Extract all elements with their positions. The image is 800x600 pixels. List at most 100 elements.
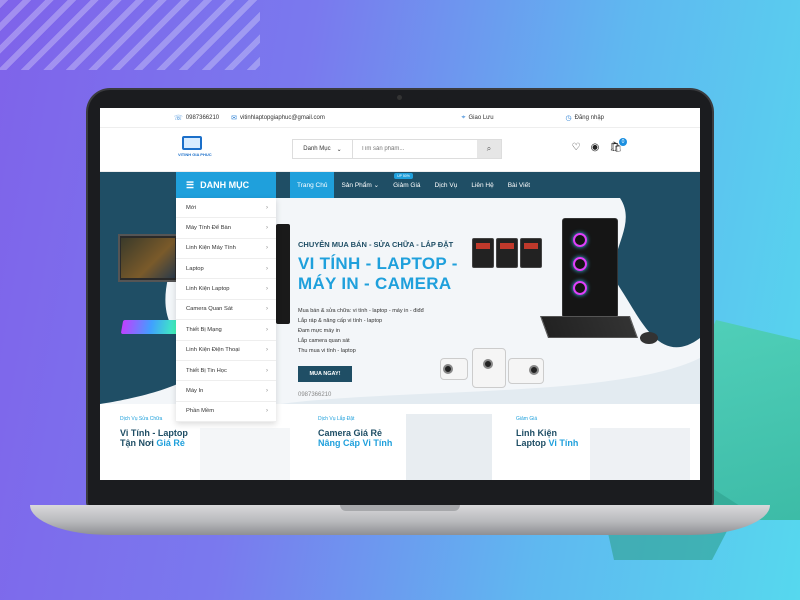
cart-icon[interactable]: 🛍 0 — [609, 138, 627, 153]
side-item-label: Máy In — [186, 387, 204, 394]
email-icon: ✉ — [231, 114, 238, 122]
nav-item-services[interactable]: Dịch Vụ — [428, 172, 465, 198]
user-icon[interactable]: ◉ — [591, 142, 600, 153]
topbar-login-text: Đăng nhập — [574, 114, 604, 121]
promo-title-line: Camera Giá Rẻ — [318, 428, 383, 438]
site-logo[interactable]: VITINH GIA PHUC — [178, 136, 212, 160]
nav-item-contact[interactable]: Liên Hệ — [464, 172, 500, 198]
topbar-phone[interactable]: ☏ 0987366210 — [174, 114, 219, 122]
nav-item-blog[interactable]: Bài Viết — [501, 172, 537, 198]
side-item-label: Máy Tính Để Bàn — [186, 225, 232, 232]
logo-monitor-icon — [182, 136, 202, 150]
hero-list-item: Đam mực máy in — [298, 328, 340, 334]
search-icon: ⌕ — [486, 144, 492, 153]
nav-item-label: Bài Viết — [507, 181, 531, 189]
nav-item-sale[interactable]: UP 50% Giảm Giá — [386, 172, 427, 198]
chevron-right-icon: › — [266, 306, 268, 313]
search-button[interactable]: ⌕ — [477, 140, 501, 158]
side-item-desktop[interactable]: Máy Tính Để Bàn › — [176, 218, 276, 239]
side-item-it-devices[interactable]: Thiết Bị Tin Học › — [176, 361, 276, 382]
hero-list-item: Lắp ráp & nâng cấp vi tính - laptop — [298, 318, 383, 324]
promo-image-repair — [200, 428, 290, 480]
side-item-label: Phần Mềm — [186, 408, 215, 415]
promo-image-camera — [406, 414, 492, 480]
promo-title-line: Tận Nơi — [120, 438, 154, 448]
category-select-label: Danh Mục — [303, 146, 331, 152]
cart-count-badge: 0 — [619, 138, 627, 146]
side-item-new[interactable]: Mới › — [176, 198, 276, 219]
nav-item-label: Giảm Giá — [393, 181, 421, 189]
camera-lens — [529, 365, 539, 375]
topbar-login[interactable]: ◷ Đăng nhập — [566, 114, 604, 122]
promo-title: Camera Giá Rẻ Nâng Cấp Vi Tính — [318, 428, 392, 448]
speaker-image — [276, 224, 290, 324]
side-item-label: Thiết Bị Mạng — [186, 326, 222, 333]
topbar-address[interactable]: ⌖ Giao Lưu — [462, 114, 494, 122]
chevron-right-icon: › — [266, 326, 268, 333]
side-item-laptop[interactable]: Laptop › — [176, 259, 276, 280]
top-bar: ☏ 0987366210 ✉ vitinhlaptopgiaphuc@gmail… — [100, 108, 700, 128]
chevron-down-icon: ⌄ — [336, 146, 342, 153]
location-icon: ⌖ — [461, 113, 466, 121]
laptop-screen: ☏ 0987366210 ✉ vitinhlaptopgiaphuc@gmail… — [100, 108, 700, 480]
nav-item-label: Sản Phẩm — [341, 181, 372, 189]
screen-bezel-bottom — [100, 480, 700, 505]
side-item-label: Linh Kiện Điện Thoại — [186, 347, 240, 354]
keyboard-image — [120, 320, 182, 334]
hero-list-item: Mua bán & sửa chữa: vi tính - laptop - m… — [298, 308, 424, 314]
site-header: VITINH GIA PHUC Danh Mục ⌄ ⌕ ♡ ◉ 🛍 0 — [100, 128, 700, 172]
hero-list-item: Lắp camera quan sát — [298, 338, 350, 344]
category-menu-button[interactable]: ☰ DANH MỤC — [176, 172, 276, 198]
side-item-camera[interactable]: Camera Quan Sát › — [176, 300, 276, 321]
promo-title-line: Laptop — [516, 438, 546, 448]
search-input[interactable] — [353, 140, 477, 158]
side-item-pc-parts[interactable]: Linh Kiện Máy Tính › — [176, 239, 276, 260]
ssd-image — [496, 238, 518, 268]
chevron-right-icon: › — [266, 408, 268, 415]
logo-text: VITINH GIA PHUC — [178, 152, 212, 157]
main-nav: ☰ DANH MỤC Trang Chủ Sản Phẩm ⌄ UP 50% G… — [100, 172, 700, 198]
chevron-right-icon: › — [266, 387, 268, 394]
promo-highlight: Vi Tính — [548, 438, 579, 448]
nav-item-label: Dịch Vụ — [434, 181, 458, 189]
search-bar: Danh Mục ⌄ ⌕ — [292, 139, 502, 159]
promo-card-install[interactable]: Dịch Vụ Lắp Đặt Camera Giá Rẻ Nâng Cấp V… — [318, 416, 392, 480]
side-item-label: Linh Kiện Máy Tính — [186, 245, 236, 252]
camera-image — [508, 358, 544, 384]
fan-icon — [573, 257, 587, 271]
nav-item-home[interactable]: Trang Chủ — [290, 172, 335, 198]
topbar-phone-text: 0987366210 — [185, 114, 220, 121]
side-item-laptop-parts[interactable]: Linh Kiện Laptop › — [176, 279, 276, 300]
heart-icon[interactable]: ♡ — [572, 142, 581, 153]
nav-item-label: Trang Chủ — [297, 181, 328, 189]
promo-title-line: Vi Tính - Laptop — [120, 428, 188, 438]
ssd-image — [520, 238, 542, 268]
promo-card-sale[interactable]: Giảm Giá Linh Kiện Laptop Vi Tính — [516, 416, 578, 480]
buy-now-button[interactable]: MUA NGAY! — [298, 366, 352, 382]
hero-subtitle: CHUYÊN MUA BÁN - SỬA CHỮA - LẮP ĐẶT — [298, 240, 454, 249]
monitor-screen-image — [121, 238, 175, 278]
hamburger-icon: ☰ — [186, 179, 195, 190]
clock-icon: ◷ — [565, 114, 572, 122]
sale-badge: UP 50% — [394, 173, 413, 179]
chevron-right-icon: › — [266, 347, 268, 354]
promo-tag: Dịch Vụ Lắp Đặt — [318, 416, 355, 422]
topbar-email[interactable]: ✉ vitinhlaptopgiaphuc@gmail.com — [231, 114, 325, 122]
side-item-printer[interactable]: Máy In › — [176, 381, 276, 402]
side-item-network[interactable]: Thiết Bị Mạng › — [176, 320, 276, 341]
side-item-phone-parts[interactable]: Linh Kiện Điện Thoại › — [176, 341, 276, 361]
nav-item-products[interactable]: Sản Phẩm ⌄ — [334, 172, 386, 198]
decorative-dots — [110, 202, 160, 216]
category-select[interactable]: Danh Mục ⌄ — [293, 140, 353, 158]
chevron-down-icon: ⌄ — [373, 182, 380, 189]
topbar-address-text: Giao Lưu — [468, 114, 494, 121]
side-item-label: Linh Kiện Laptop — [186, 286, 230, 293]
laptop-base-groove — [340, 505, 460, 511]
chevron-right-icon: › — [266, 265, 268, 272]
phone-icon: ☏ — [174, 114, 183, 122]
promo-tag: Giảm Giá — [516, 416, 538, 422]
chevron-right-icon: › — [266, 225, 268, 232]
fan-icon — [573, 233, 587, 247]
promo-card-repair[interactable]: Dịch Vụ Sửa Chữa Vi Tính - Laptop Tận Nơ… — [120, 416, 188, 480]
side-item-software[interactable]: Phần Mềm › — [176, 402, 276, 422]
